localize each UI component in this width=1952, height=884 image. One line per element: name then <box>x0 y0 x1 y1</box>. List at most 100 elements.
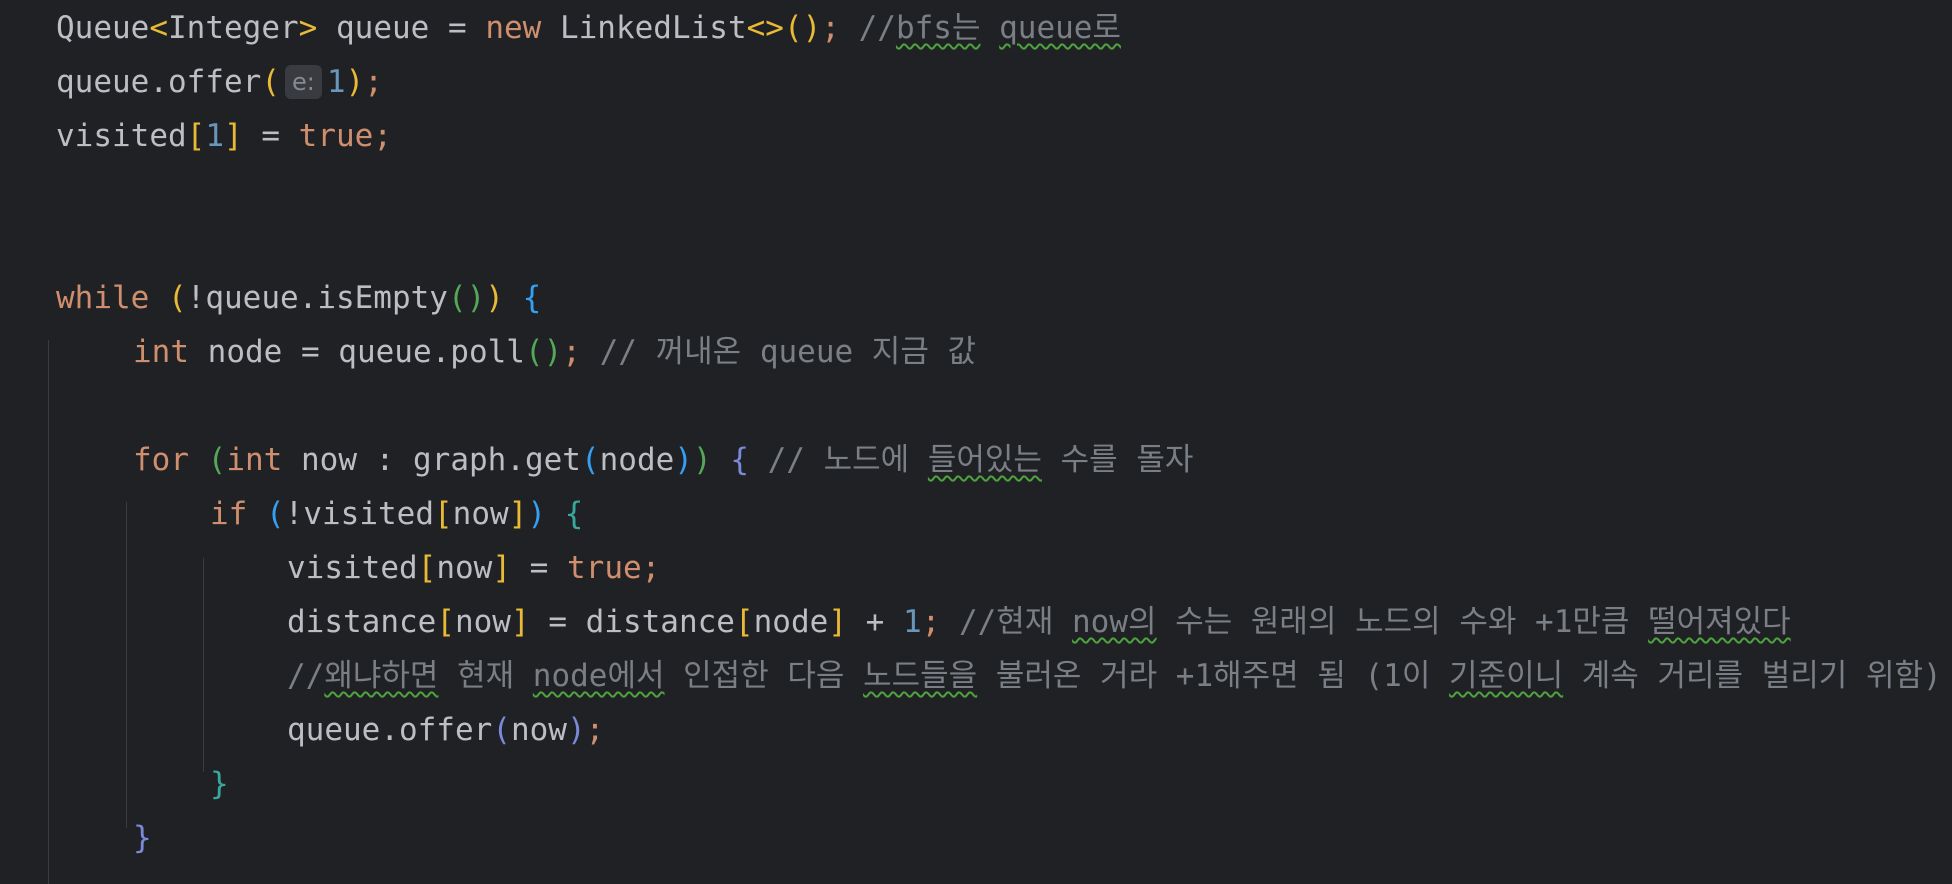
code-token: now : graph.get <box>282 442 581 478</box>
bracket-token: { <box>730 442 749 478</box>
comment-token: // <box>287 658 325 694</box>
code-line[interactable]: int node = queue.poll(); // 꺼내온 queue 지금… <box>133 332 976 372</box>
code-token: Integer <box>168 10 299 46</box>
bracket-token: ( <box>168 280 187 316</box>
code-token: Queue <box>56 10 150 46</box>
keyword-token: ; <box>562 334 581 370</box>
number-token: 1 <box>205 118 224 154</box>
code-token: now <box>510 712 567 748</box>
comment-token: 기준이니 <box>1449 658 1564 694</box>
code-token: now <box>452 496 509 532</box>
code-line[interactable]: //왜냐하면 현재 node에서 인접한 다음 노드들을 불러온 거라 +1해주… <box>287 656 1942 696</box>
comment-token: 인접한 다음 <box>664 658 864 694</box>
bracket-token: ( <box>266 496 285 532</box>
comment-token: 현재 <box>438 658 533 694</box>
code-token: + <box>846 604 903 640</box>
code-token: queue = <box>317 10 486 46</box>
number-token: 1 <box>326 64 346 100</box>
comment-token: node에서 <box>532 658 665 694</box>
code-line[interactable]: visited[now] = true; <box>287 548 660 588</box>
bracket-token: [ <box>734 604 754 640</box>
code-token: = distance <box>529 604 735 640</box>
code-token: visited <box>56 118 187 154</box>
bracket-token: [ <box>436 604 455 640</box>
bracket-token: <>() <box>746 10 822 46</box>
comment-token: now의 <box>1072 604 1157 640</box>
comment-token: // 꺼내온 queue 지금 값 <box>580 334 977 370</box>
code-editor[interactable]: Queue<Integer> queue = new LinkedList<>(… <box>0 0 1952 884</box>
comment-token: // <box>839 10 896 46</box>
bracket-token: ] <box>492 550 511 586</box>
bracket-token: [ <box>186 118 206 154</box>
code-token: distance <box>287 604 437 640</box>
bracket-token: () <box>447 280 486 316</box>
keyword-token: int <box>133 334 189 370</box>
comment-token: 들어있는 <box>927 442 1042 478</box>
bracket-token: ) <box>527 496 546 532</box>
bracket-token: ] <box>508 496 528 532</box>
code-token: !visited <box>284 496 434 532</box>
bracket-token: ) <box>692 442 712 478</box>
bracket-token: ( <box>492 712 511 748</box>
code-line[interactable]: queue.offer(now); <box>287 710 604 750</box>
keyword-token: ; <box>641 550 661 586</box>
indent-guide <box>48 340 49 884</box>
bracket-token: [ <box>433 496 453 532</box>
bracket-token: [ <box>417 550 437 586</box>
code-token: LinkedList <box>541 10 747 46</box>
code-line[interactable]: queue.offer(e: 1); <box>56 62 383 102</box>
bracket-token: < <box>149 10 168 46</box>
bracket-token: ] <box>510 604 530 640</box>
code-token: now <box>436 550 493 586</box>
comment-token: 떨어져있다 <box>1648 604 1791 640</box>
bracket-token: > <box>298 10 318 46</box>
bracket-token: ) <box>485 280 504 316</box>
keyword-token: while <box>56 280 150 316</box>
bracket-token: } <box>210 766 229 802</box>
keyword-token: true <box>298 118 374 154</box>
code-line[interactable]: distance[now] = distance[node] + 1; //현재… <box>287 602 1791 642</box>
bracket-token: ] <box>224 118 243 154</box>
comment-token: // 노드에 <box>748 442 928 478</box>
keyword-token: ; <box>585 712 605 748</box>
code-token: queue.offer <box>287 712 493 748</box>
keyword-token: ; <box>364 64 383 100</box>
comment-token <box>980 10 999 46</box>
code-token: = <box>242 118 299 154</box>
comment-token: 수를 돌자 <box>1041 442 1194 478</box>
code-line[interactable]: Queue<Integer> queue = new LinkedList<>(… <box>56 8 1121 48</box>
bracket-token: ) <box>674 442 693 478</box>
comment-token: 불러온 거라 +1해주면 됨 (1이 <box>977 658 1450 694</box>
bracket-token: ) <box>566 712 586 748</box>
comment-token: //현재 <box>940 604 1073 640</box>
code-line[interactable]: if (!visited[now]) { <box>210 494 583 534</box>
bracket-token: ] <box>828 604 847 640</box>
keyword-token: int <box>226 442 283 478</box>
keyword-token: if <box>210 496 248 532</box>
comment-token: bfs는 <box>895 10 981 46</box>
number-token: 1 <box>902 604 922 640</box>
code-token: = <box>511 550 567 586</box>
keyword-token: ; <box>921 604 941 640</box>
code-token: queue.offer <box>56 64 262 100</box>
bracket-token: () <box>524 334 563 370</box>
code-line[interactable]: for (int now : graph.get(node)) { // 노드에… <box>133 440 1193 480</box>
keyword-token: ; <box>373 118 392 154</box>
code-line[interactable]: while (!queue.isEmpty()) { <box>56 278 541 318</box>
keyword-token: true <box>567 550 642 586</box>
comment-token: 수는 원래의 노드의 수와 +1만큼 <box>1156 604 1649 640</box>
code-token: node = queue.poll <box>189 334 525 370</box>
code-line[interactable]: visited[1] = true; <box>56 116 392 156</box>
code-line[interactable]: } <box>210 764 229 804</box>
bracket-token: ( <box>580 442 600 478</box>
code-token: now <box>454 604 511 640</box>
indent-guide <box>203 558 204 772</box>
indent-guide <box>126 502 127 828</box>
comment-token: queue로 <box>999 10 1121 46</box>
bracket-token: { <box>522 280 542 316</box>
code-line[interactable]: } <box>133 818 152 858</box>
